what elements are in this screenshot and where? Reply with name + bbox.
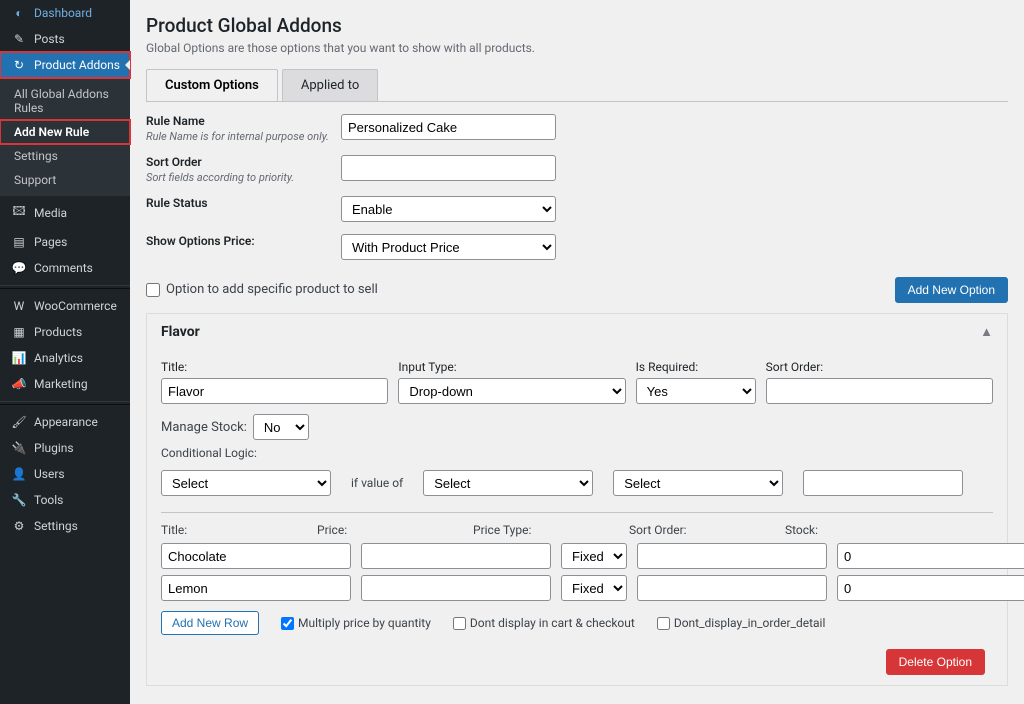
cond-value1-select[interactable]: Select (423, 470, 593, 496)
specific-product-checkbox[interactable] (146, 283, 160, 297)
opt-sort-order-input[interactable] (766, 378, 993, 404)
row-price-input[interactable] (361, 575, 551, 601)
submenu-item-support[interactable]: Support (0, 168, 130, 192)
media-icon: 🖾 (10, 202, 28, 223)
main-content: Product Global Addons Global Options are… (130, 0, 1024, 704)
row-price-type-select[interactable]: Fixed (561, 543, 627, 569)
submenu-item-add-new-rule[interactable]: Add New Rule (0, 120, 130, 144)
multiply-check[interactable]: Multiply price by quantity (281, 616, 431, 630)
rule-status-label: Rule Status (146, 196, 341, 210)
sidebar-item-product-addons[interactable]: ↻Product Addons (0, 52, 130, 78)
row-sort-order-input[interactable] (637, 543, 827, 569)
submenu-item-all-global-addons-rules[interactable]: All Global Addons Rules (0, 82, 130, 120)
sidebar-item-appearance[interactable]: 🖌Appearance (0, 409, 130, 435)
dont-cart-check[interactable]: Dont display in cart & checkout (453, 616, 635, 630)
analytics-icon: 📊 (10, 351, 28, 365)
row-title-input[interactable] (161, 543, 351, 569)
products-icon: ▦ (10, 325, 28, 339)
add-new-option-button[interactable]: Add New Option (895, 277, 1008, 303)
rule-status-select[interactable]: Enable (341, 196, 556, 222)
row-title-input[interactable] (161, 575, 351, 601)
users-icon: 👤 (10, 467, 28, 481)
sidebar-item-posts[interactable]: ✎Posts (0, 26, 130, 52)
manage-stock-select[interactable]: No (253, 414, 309, 440)
marketing-icon: 📣 (10, 377, 28, 391)
submenu-item-settings[interactable]: Settings (0, 144, 130, 168)
dont-order-check[interactable]: Dont_display_in_order_detail (657, 616, 826, 630)
sort-order-label: Sort Order Sort fields according to prio… (146, 155, 341, 184)
opt-required-select[interactable]: Yes (636, 378, 756, 404)
posts-icon: ✎ (10, 32, 28, 46)
rule-name-label: Rule Name Rule Name is for internal purp… (146, 114, 341, 143)
specific-product-check[interactable]: Option to add specific product to sell (146, 282, 378, 297)
option-row: FixedRemove (161, 543, 993, 569)
appearance-icon: 🖌 (10, 415, 28, 429)
add-new-row-button[interactable]: Add New Row (161, 611, 259, 635)
opt-sort-order-label: Sort Order: (766, 360, 993, 374)
row-price-input[interactable] (361, 543, 551, 569)
row-price-type-select[interactable]: Fixed (561, 575, 627, 601)
sidebar-item-plugins[interactable]: 🔌Plugins (0, 435, 130, 461)
cond-left-select[interactable]: Select (161, 470, 331, 496)
option-panel-title: Flavor (161, 324, 200, 340)
opt-title-input[interactable] (161, 378, 388, 404)
show-price-label: Show Options Price: (146, 234, 341, 248)
sidebar-item-analytics[interactable]: 📊Analytics (0, 345, 130, 371)
pages-icon: ▤ (10, 235, 28, 249)
opt-input-type-select[interactable]: Drop-down (398, 378, 625, 404)
col-stock: Stock: (785, 523, 931, 537)
collapse-icon[interactable]: ▲ (980, 324, 993, 340)
delete-option-button[interactable]: Delete Option (886, 649, 985, 675)
page-description: Global Options are those options that yo… (146, 41, 1008, 55)
row-stock-input[interactable] (837, 543, 1024, 569)
col-price-type: Price Type: (473, 523, 619, 537)
col-sort-order: Sort Order: (629, 523, 775, 537)
sidebar-item-users[interactable]: 👤Users (0, 461, 130, 487)
col-price: Price: (317, 523, 463, 537)
cond-value2-select[interactable]: Select (613, 470, 783, 496)
sidebar-item-tools[interactable]: 🔧Tools (0, 487, 130, 513)
show-price-select[interactable]: With Product Price (341, 234, 556, 260)
tools-icon: 🔧 (10, 493, 28, 507)
woocommerce-icon: W (10, 299, 28, 313)
opt-title-label: Title: (161, 360, 388, 374)
settings-icon: ⚙ (10, 519, 28, 533)
tabs-bar: Custom Options Applied to (146, 69, 1008, 102)
option-panel-flavor: Flavor ▲ Title: Input Type: Drop-down Is… (146, 313, 1008, 686)
sidebar-item-products[interactable]: ▦Products (0, 319, 130, 345)
option-row: FixedRemove (161, 575, 993, 601)
sidebar-item-marketing[interactable]: 📣Marketing (0, 371, 130, 397)
cond-value3-input[interactable] (803, 470, 963, 496)
admin-sidebar: ◐Dashboard✎Posts↻Product Addons All Globa… (0, 0, 130, 704)
manage-stock-label: Manage Stock: (161, 420, 247, 435)
cond-mid-text: if value of (351, 476, 403, 490)
row-sort-order-input[interactable] (637, 575, 827, 601)
sidebar-item-media[interactable]: 🖾Media (0, 196, 130, 229)
tab-custom-options[interactable]: Custom Options (146, 69, 278, 101)
row-stock-input[interactable] (837, 575, 1024, 601)
conditional-logic-label: Conditional Logic: (161, 446, 993, 460)
sidebar-item-woocommerce[interactable]: WWooCommerce (0, 293, 130, 319)
rule-name-input[interactable] (341, 114, 556, 140)
opt-required-label: Is Required: (636, 360, 756, 374)
plugins-icon: 🔌 (10, 441, 28, 455)
opt-input-type-label: Input Type: (398, 360, 625, 374)
comments-icon: 💬 (10, 261, 28, 275)
product-addons-icon: ↻ (10, 58, 28, 72)
sidebar-item-settings[interactable]: ⚙Settings (0, 513, 130, 539)
col-title: Title: (161, 523, 307, 537)
page-title: Product Global Addons (146, 0, 1008, 41)
sidebar-item-comments[interactable]: 💬Comments (0, 255, 130, 281)
sidebar-item-dashboard[interactable]: ◐Dashboard (0, 0, 130, 26)
dashboard-icon: ◐ (10, 6, 28, 20)
sort-order-input[interactable] (341, 155, 556, 181)
sidebar-item-pages[interactable]: ▤Pages (0, 229, 130, 255)
tab-applied-to[interactable]: Applied to (282, 69, 378, 101)
